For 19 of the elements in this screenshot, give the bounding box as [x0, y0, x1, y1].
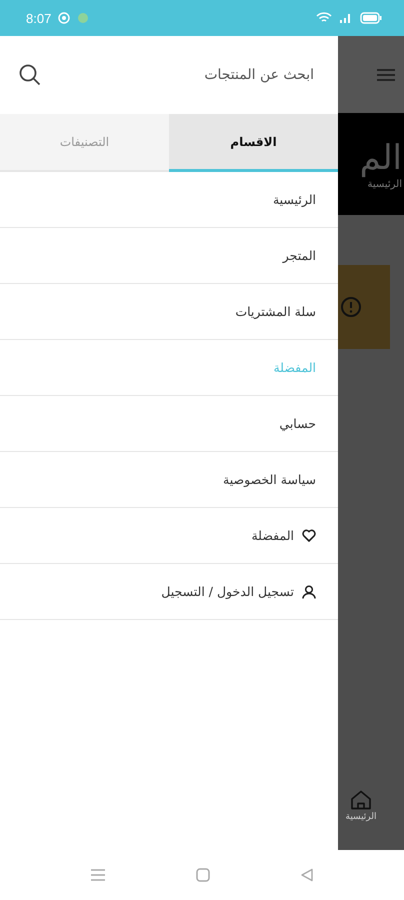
breadcrumb-text: الرئيسية [368, 178, 402, 190]
page-title: الم [360, 138, 402, 179]
tab[interactable]: الاقسام [169, 114, 338, 172]
wifi-icon [316, 12, 332, 24]
home-icon [350, 790, 372, 810]
heart-icon [302, 529, 316, 542]
clock-time: 8:07 [26, 10, 52, 26]
notification-icon [58, 12, 70, 24]
recents-icon[interactable] [90, 868, 106, 882]
search-field[interactable]: ابحث عن المنتجات [52, 66, 316, 84]
user-icon [302, 584, 316, 598]
home-button-icon[interactable] [196, 868, 210, 882]
back-icon[interactable] [300, 868, 314, 882]
battery-icon [360, 12, 382, 24]
search-icon[interactable] [18, 63, 42, 87]
menu-icon [376, 66, 396, 82]
nav-label: الرئيسية [346, 812, 376, 822]
signal-icon [339, 12, 353, 24]
info-icon [340, 296, 362, 318]
